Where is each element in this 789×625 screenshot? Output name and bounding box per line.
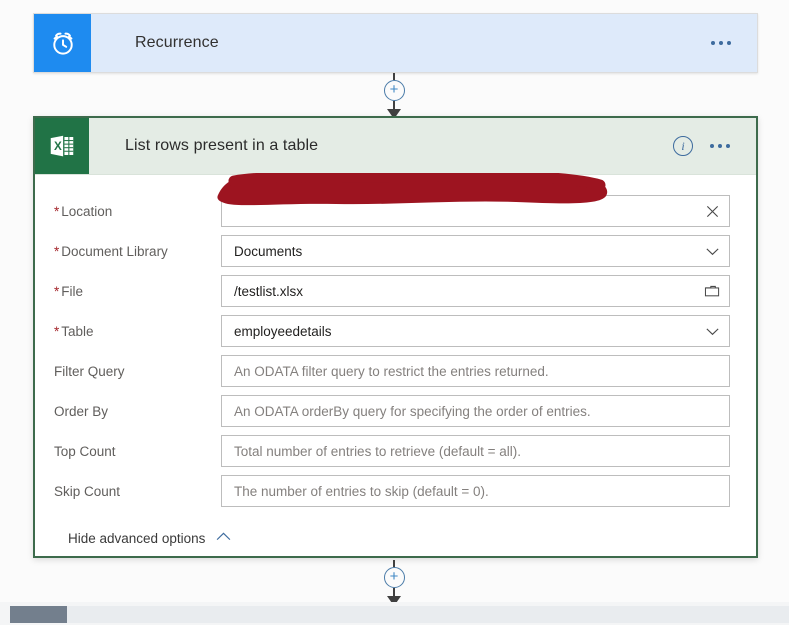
horizontal-scrollbar[interactable] bbox=[0, 602, 789, 625]
filter-query-input[interactable]: An ODATA filter query to restrict the en… bbox=[221, 355, 730, 387]
action-title: List rows present in a table bbox=[125, 137, 319, 154]
field-label-file: * File bbox=[54, 283, 84, 299]
action-form: * Location * Document Library Documents … bbox=[35, 175, 756, 547]
top-count-input[interactable]: Total number of entries to retrieve (def… bbox=[221, 435, 730, 467]
field-row-filter-query: Filter Query An ODATA filter query to re… bbox=[54, 351, 730, 391]
info-button[interactable]: i bbox=[666, 118, 700, 174]
field-label-order-by: Order By bbox=[54, 403, 109, 419]
order-by-input[interactable]: An ODATA orderBy query for specifying th… bbox=[221, 395, 730, 427]
connector-line bbox=[393, 73, 395, 80]
table-dropdown[interactable]: employeedetails bbox=[221, 315, 730, 347]
filter-query-placeholder: An ODATA filter query to restrict the en… bbox=[234, 363, 549, 379]
skip-count-placeholder: The number of entries to skip (default =… bbox=[234, 483, 489, 499]
info-icon: i bbox=[673, 136, 693, 156]
top-count-placeholder: Total number of entries to retrieve (def… bbox=[234, 443, 522, 459]
table-value: employeedetails bbox=[234, 323, 332, 339]
action-card-list-rows[interactable]: X List rows present in a table i * Locat… bbox=[33, 116, 758, 558]
trigger-title: Recurrence bbox=[135, 34, 219, 51]
field-row-document-library: * Document Library Documents bbox=[54, 231, 730, 271]
field-label-table: * Table bbox=[54, 323, 94, 339]
scrollbar-thumb[interactable] bbox=[10, 606, 67, 623]
field-row-location: * Location bbox=[54, 191, 730, 231]
svg-text:X: X bbox=[54, 140, 62, 153]
connector-trigger-to-action: + bbox=[374, 73, 414, 119]
location-input[interactable] bbox=[221, 195, 730, 227]
field-label-top-count: Top Count bbox=[54, 443, 116, 459]
required-asterisk: * bbox=[54, 203, 60, 219]
field-label-location: * Location bbox=[54, 203, 113, 219]
field-row-top-count: Top Count Total number of entries to ret… bbox=[54, 431, 730, 471]
dot-icon bbox=[726, 144, 730, 148]
dot-icon bbox=[710, 144, 714, 148]
document-library-dropdown[interactable]: Documents bbox=[221, 235, 730, 267]
required-asterisk: * bbox=[54, 323, 60, 339]
excel-icon: X bbox=[35, 118, 89, 174]
field-label-skip-count: Skip Count bbox=[54, 483, 121, 499]
trigger-more-menu-button[interactable] bbox=[701, 14, 757, 72]
hide-advanced-options-label: Hide advanced options bbox=[68, 530, 206, 546]
trigger-card-recurrence[interactable]: Recurrence bbox=[33, 13, 758, 73]
dot-icon bbox=[711, 41, 715, 45]
connector-action-to-next: + bbox=[374, 560, 414, 606]
field-row-file: * File /testlist.xlsx bbox=[54, 271, 730, 311]
chevron-down-icon[interactable] bbox=[695, 323, 729, 340]
action-more-menu-button[interactable] bbox=[700, 118, 756, 174]
action-card-header: X List rows present in a table i bbox=[35, 118, 756, 175]
field-label-filter-query: Filter Query bbox=[54, 363, 125, 379]
hide-advanced-options-button[interactable]: Hide advanced options bbox=[54, 511, 232, 547]
flow-designer-canvas: Recurrence + X List rows present in a ta… bbox=[0, 0, 789, 606]
alarm-clock-icon bbox=[34, 14, 91, 72]
close-icon[interactable] bbox=[695, 204, 729, 219]
add-step-icon[interactable]: + bbox=[383, 80, 405, 101]
chevron-down-icon[interactable] bbox=[695, 243, 729, 260]
dot-icon bbox=[727, 41, 731, 45]
file-input[interactable]: /testlist.xlsx bbox=[221, 275, 730, 307]
required-asterisk: * bbox=[54, 243, 60, 259]
add-step-icon[interactable]: + bbox=[383, 567, 405, 588]
field-label-document-library: * Document Library bbox=[54, 243, 168, 259]
order-by-placeholder: An ODATA orderBy query for specifying th… bbox=[234, 403, 591, 419]
connector-line bbox=[393, 560, 395, 567]
folder-icon[interactable] bbox=[695, 284, 729, 299]
field-row-table: * Table employeedetails bbox=[54, 311, 730, 351]
scrollbar-track[interactable] bbox=[10, 606, 789, 623]
file-value: /testlist.xlsx bbox=[234, 283, 304, 299]
chevron-up-icon bbox=[215, 529, 232, 547]
dot-icon bbox=[719, 41, 723, 45]
field-row-order-by: Order By An ODATA orderBy query for spec… bbox=[54, 391, 730, 431]
skip-count-input[interactable]: The number of entries to skip (default =… bbox=[221, 475, 730, 507]
field-row-skip-count: Skip Count The number of entries to skip… bbox=[54, 471, 730, 511]
dot-icon bbox=[718, 144, 722, 148]
document-library-value: Documents bbox=[234, 243, 303, 259]
required-asterisk: * bbox=[54, 283, 60, 299]
